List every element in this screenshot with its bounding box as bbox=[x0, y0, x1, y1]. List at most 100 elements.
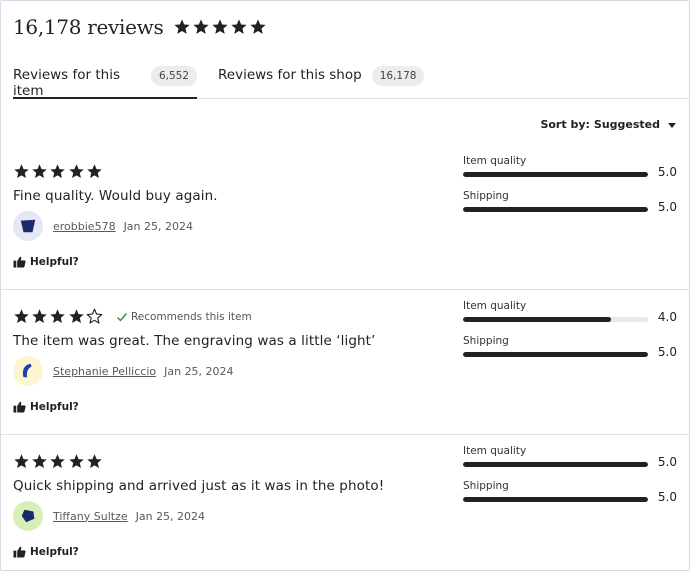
avatar-shape-icon bbox=[21, 509, 35, 523]
tab-label: Reviews for this item bbox=[13, 67, 120, 99]
star-filled-icon bbox=[86, 163, 103, 180]
star-filled-icon bbox=[31, 308, 48, 325]
review-date: Jan 25, 2024 bbox=[123, 219, 193, 233]
tab-reviews-for-shop[interactable]: Reviews for this shop 16,178 bbox=[218, 62, 425, 99]
recommends-badge: Recommends this item bbox=[116, 311, 252, 323]
review-rating bbox=[13, 163, 104, 180]
rating-bar-fill bbox=[463, 462, 648, 467]
review-rating: Recommends this item bbox=[13, 308, 252, 325]
helpful-button[interactable]: Helpful? bbox=[13, 546, 79, 558]
reviews-header: 16,178 reviews bbox=[13, 15, 268, 39]
rating-label: Item quality bbox=[463, 445, 527, 457]
reviewer-name-link[interactable]: Tiffany Sultze bbox=[53, 510, 128, 523]
star-filled-icon bbox=[31, 453, 48, 470]
star-filled-icon bbox=[68, 163, 85, 180]
rating-bar bbox=[463, 352, 648, 357]
star-filled-icon bbox=[68, 308, 85, 325]
rating-label: Shipping bbox=[463, 335, 509, 347]
avatar[interactable] bbox=[13, 356, 43, 386]
avatar[interactable] bbox=[13, 501, 43, 531]
overall-rating-stars bbox=[173, 18, 268, 36]
review-tabs: Reviews for this item 6,552 Reviews for … bbox=[13, 62, 689, 99]
rating-value: 5.0 bbox=[657, 455, 677, 469]
rating-label: Item quality bbox=[463, 300, 527, 312]
helpful-label: Helpful? bbox=[30, 401, 79, 413]
review-subratings: Item quality 5.0 Shipping 5.0 bbox=[463, 155, 678, 225]
star-filled-icon bbox=[13, 453, 30, 470]
rating-bar bbox=[463, 462, 648, 467]
avatar[interactable] bbox=[13, 211, 43, 241]
sort-label: Sort by: bbox=[540, 118, 590, 131]
star-filled-icon bbox=[49, 308, 66, 325]
star-filled-icon bbox=[249, 18, 267, 36]
star-filled-icon bbox=[31, 163, 48, 180]
rating-label: Item quality bbox=[463, 155, 527, 167]
tab-reviews-for-item[interactable]: Reviews for this item 6,552 bbox=[13, 62, 197, 99]
rating-item-quality: Item quality 5.0 bbox=[463, 445, 678, 480]
rating-bar-fill bbox=[463, 317, 611, 322]
star-filled-icon bbox=[230, 18, 248, 36]
rating-bar-fill bbox=[463, 352, 648, 357]
tab-label: Reviews for this shop bbox=[218, 67, 362, 83]
avatar-shape-icon bbox=[22, 363, 32, 378]
review-text: Quick shipping and arrived just as it wa… bbox=[13, 478, 385, 494]
rating-value: 4.0 bbox=[657, 310, 677, 324]
review-subratings: Item quality 5.0 Shipping 5.0 bbox=[463, 445, 678, 515]
rating-bar-fill bbox=[463, 207, 648, 212]
thumbs-up-icon bbox=[13, 401, 26, 413]
thumbs-up-icon bbox=[13, 546, 26, 558]
star-filled-icon bbox=[86, 453, 103, 470]
reviewer-info: Tiffany Sultze Jan 25, 2024 bbox=[13, 501, 205, 531]
review-text: Fine quality. Would buy again. bbox=[13, 188, 218, 204]
star-filled-icon bbox=[49, 453, 66, 470]
review-item: Fine quality. Would buy again. erobbie57… bbox=[0, 145, 690, 290]
sort-selected-value: Suggested bbox=[593, 118, 660, 131]
rating-bar bbox=[463, 317, 648, 322]
review-date: Jan 25, 2024 bbox=[135, 509, 206, 523]
thumbs-up-icon bbox=[13, 256, 26, 268]
rating-value: 5.0 bbox=[657, 345, 677, 359]
helpful-label: Helpful? bbox=[30, 256, 79, 268]
rating-bar bbox=[463, 497, 648, 502]
rating-value: 5.0 bbox=[657, 490, 677, 504]
star-filled-icon bbox=[192, 18, 210, 36]
review-stars bbox=[13, 163, 104, 180]
rating-bar-fill bbox=[463, 497, 648, 502]
tab-count-badge: 16,178 bbox=[371, 66, 425, 86]
reviewer-info: Stephanie Pelliccio Jan 25, 2024 bbox=[13, 356, 234, 386]
avatar-shape-icon bbox=[20, 219, 36, 233]
rating-label: Shipping bbox=[463, 190, 509, 202]
review-stars bbox=[13, 308, 104, 325]
rating-item-quality: Item quality 5.0 bbox=[463, 155, 678, 190]
rating-value: 5.0 bbox=[657, 200, 677, 214]
reviewer-name-link[interactable]: Stephanie Pelliccio bbox=[53, 365, 156, 378]
star-filled-icon bbox=[49, 163, 66, 180]
review-subratings: Item quality 4.0 Shipping 5.0 bbox=[463, 300, 678, 370]
review-item: Quick shipping and arrived just as it wa… bbox=[0, 435, 690, 571]
reviewer-info: erobbie578 Jan 25, 2024 bbox=[13, 211, 193, 241]
star-filled-icon bbox=[13, 163, 30, 180]
rating-bar bbox=[463, 172, 648, 177]
rating-bar-fill bbox=[463, 172, 648, 177]
review-stars bbox=[13, 453, 104, 470]
reviews-total-title: 16,178 reviews bbox=[13, 15, 164, 39]
rating-label: Shipping bbox=[463, 480, 509, 492]
rating-bar bbox=[463, 207, 648, 212]
tab-count-badge: 6,552 bbox=[150, 66, 197, 86]
check-icon bbox=[116, 312, 127, 322]
star-filled-icon bbox=[13, 308, 30, 325]
star-empty-icon bbox=[86, 308, 103, 325]
sort-dropdown[interactable]: Sort by: Suggested bbox=[540, 118, 676, 131]
helpful-button[interactable]: Helpful? bbox=[13, 401, 79, 413]
star-filled-icon bbox=[68, 453, 85, 470]
review-rating bbox=[13, 453, 104, 470]
review-text: The item was great. The engraving was a … bbox=[13, 333, 376, 349]
caret-down-icon bbox=[668, 123, 676, 128]
reviewer-name-link[interactable]: erobbie578 bbox=[53, 220, 116, 233]
rating-shipping: Shipping 5.0 bbox=[463, 190, 678, 225]
helpful-label: Helpful? bbox=[30, 546, 79, 558]
rating-shipping: Shipping 5.0 bbox=[463, 480, 678, 515]
helpful-button[interactable]: Helpful? bbox=[13, 256, 79, 268]
star-filled-icon bbox=[211, 18, 229, 36]
rating-shipping: Shipping 5.0 bbox=[463, 335, 678, 370]
